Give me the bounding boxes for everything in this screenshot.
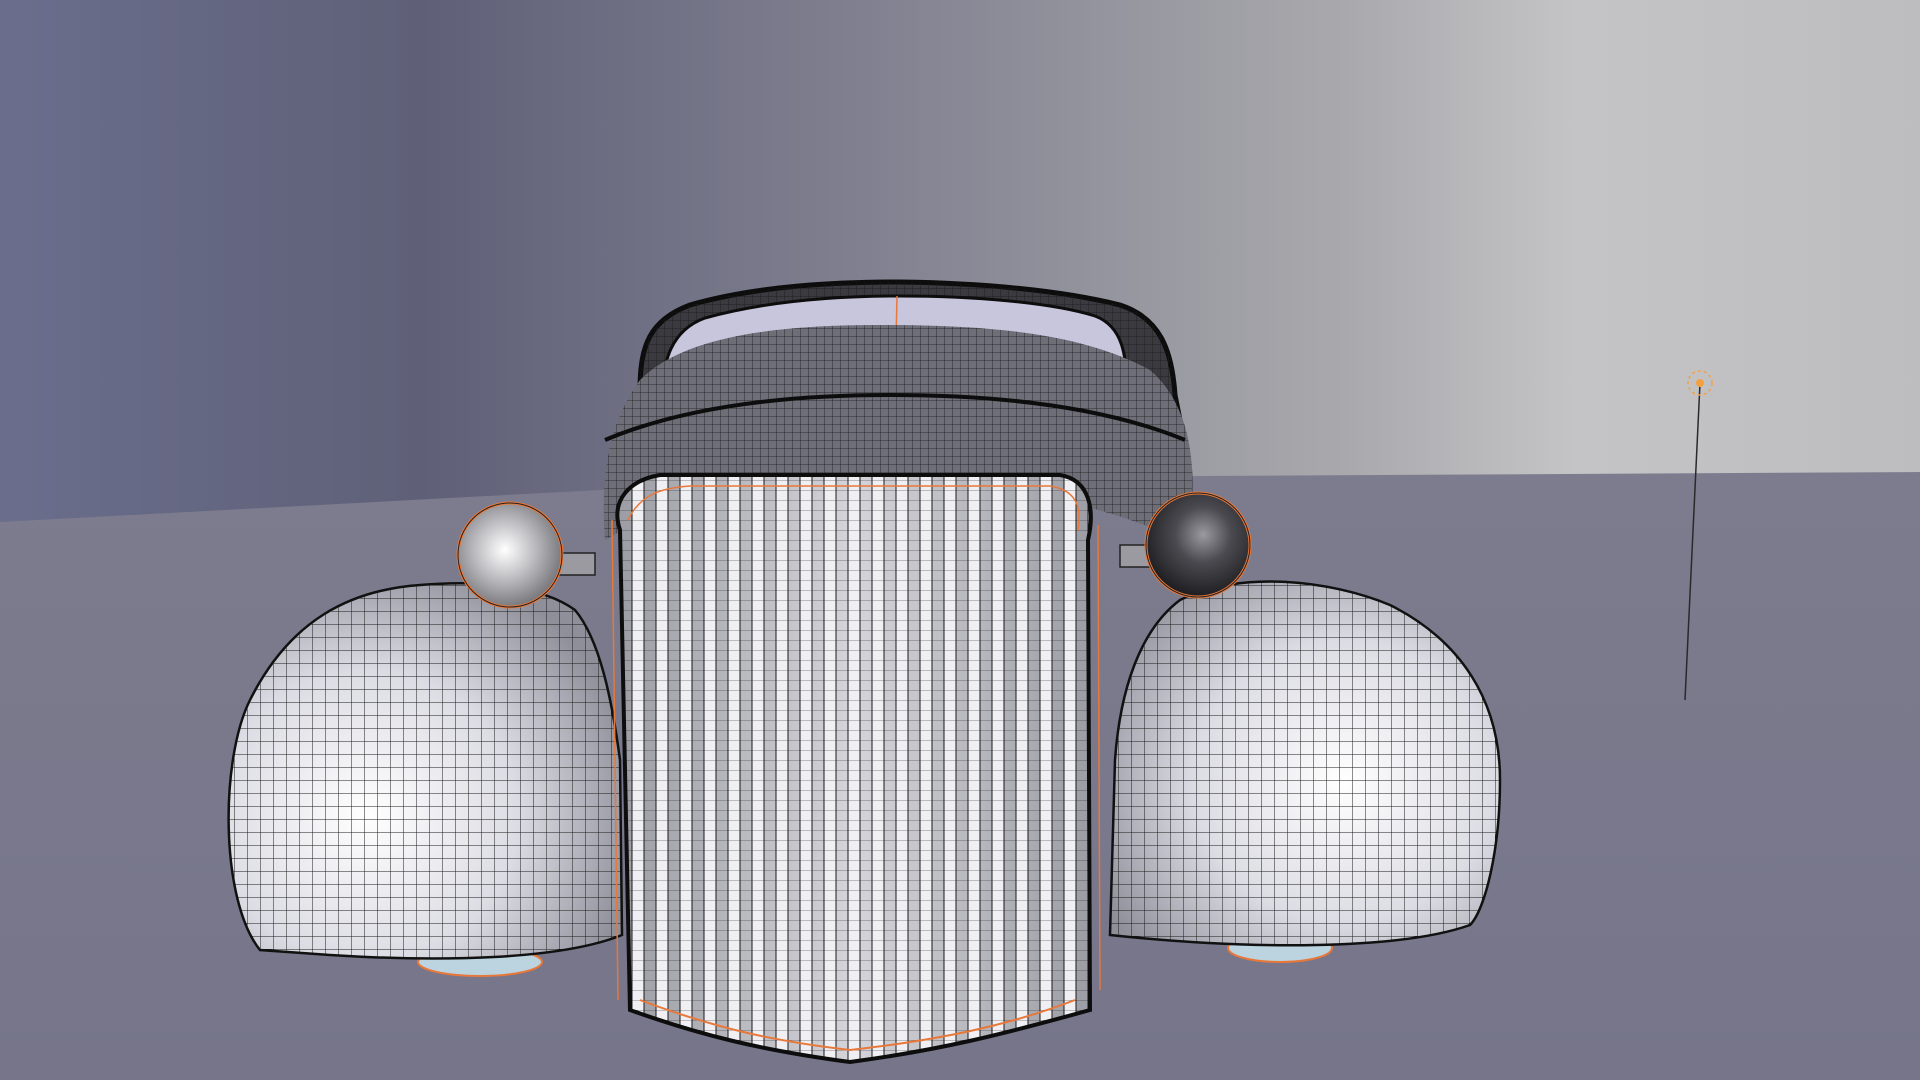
viewport-canvas[interactable] [0, 0, 1920, 1080]
grille [611, 473, 1101, 1064]
3d-viewport[interactable] [0, 0, 1920, 1080]
light-center-dot [1696, 379, 1704, 387]
